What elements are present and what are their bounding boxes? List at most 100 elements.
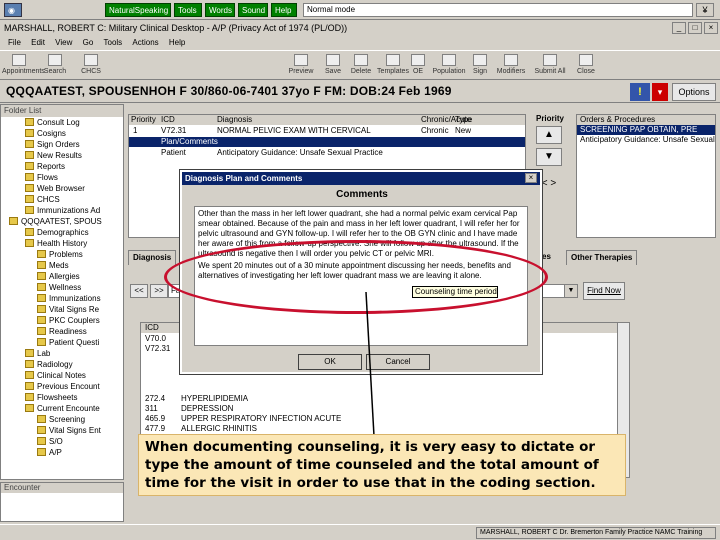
folder-item[interactable]: Flows (25, 172, 58, 183)
folder-item[interactable]: A/P (37, 447, 62, 458)
sign-button[interactable]: Sign (468, 52, 492, 80)
population-icon (442, 54, 456, 66)
cancel-button[interactable]: Cancel (366, 354, 430, 370)
folder-item[interactable]: Meds (37, 260, 69, 271)
folder-item[interactable]: Current Encounte (25, 403, 100, 414)
folder-item[interactable]: Patient Questi (37, 337, 99, 348)
folder-item[interactable]: Flowsheets (25, 392, 77, 403)
population-button[interactable]: Population (432, 52, 466, 80)
folder-icon (37, 327, 46, 335)
list-item[interactable]: Anticipatory Guidance: Unsafe Sexual (577, 135, 715, 145)
table-row[interactable]: 477.9 ALLERGIC RHINITIS (141, 424, 629, 434)
table-row[interactable]: Plan/Comments (129, 137, 525, 147)
window-title: MARSHALL, ROBERT C: Military Clinical De… (4, 23, 348, 33)
close-icon[interactable]: × (704, 22, 718, 34)
templates-button[interactable]: Templates (376, 52, 410, 80)
preview-button[interactable]: Preview (284, 52, 318, 80)
linkbar-button-sound[interactable]: Sound (238, 3, 268, 17)
folder-list: Folder List Consult Log Cosigns Sign Order… (0, 104, 124, 480)
menu-edit[interactable]: Edit (31, 38, 45, 47)
folder-item[interactable]: Sign Orders (25, 139, 80, 150)
table-row[interactable]: Patient Anticipatory Guidance: Unsafe Se… (129, 148, 525, 158)
folder-item[interactable]: Lab (25, 348, 50, 359)
folder-item[interactable]: Radiology (25, 359, 73, 370)
close-encounter-button[interactable]: Close (572, 52, 600, 80)
linkbar-button-tools[interactable]: Tools (174, 3, 202, 17)
folder-item[interactable]: CHCS (25, 194, 60, 205)
modifiers-icon (504, 54, 518, 66)
folder-item[interactable]: PKC Couplers (37, 315, 100, 326)
folder-icon (37, 283, 46, 291)
folder-item[interactable]: Vital Signs Re (37, 304, 99, 315)
folder-item[interactable]: Previous Encount (25, 381, 100, 392)
list-item[interactable]: SCREENING PAP OBTAIN, PRE (577, 125, 715, 135)
move-down-button[interactable]: ▼ (536, 148, 562, 166)
minimize-icon[interactable]: _ (672, 22, 686, 34)
chevron-down-icon[interactable]: ▼ (564, 284, 578, 298)
ok-button[interactable]: OK (298, 354, 362, 370)
patient-banner: QQQAATEST, SPOUSENHOH F 30/860-06-7401 3… (0, 81, 720, 103)
folder-item[interactable]: Demographics (25, 227, 89, 238)
folder-item[interactable]: Consult Log (25, 117, 80, 128)
appointments-button[interactable]: Appointments (2, 52, 45, 80)
table-row[interactable]: 1 V72.31 NORMAL PELVIC EXAM WITH CERVICA… (129, 126, 525, 136)
folder-item[interactable]: Readiness (37, 326, 87, 337)
folder-item[interactable]: Vital Signs Ent (37, 425, 101, 436)
next-button[interactable]: >> (150, 284, 168, 298)
dragon-icon[interactable]: ◉ (4, 3, 22, 17)
linkbar-button-naturalspeaking[interactable]: NaturalSpeaking (105, 3, 171, 17)
oe-button[interactable]: OE (406, 52, 430, 80)
folder-item[interactable]: Reports (25, 161, 65, 172)
folder-item[interactable]: Immunizations Ad (25, 205, 100, 216)
warning-icon[interactable]: ! (630, 83, 650, 101)
toolbar: Appointments Search CHCS Preview Save De… (0, 50, 720, 80)
delete-button[interactable]: Delete (344, 52, 378, 80)
move-up-button[interactable]: ▲ (536, 126, 562, 144)
table-row[interactable]: 311 DEPRESSION (141, 404, 629, 414)
options-button[interactable]: Options (672, 83, 716, 101)
folder-item[interactable]: QQQAATEST, SPOUS (9, 216, 102, 227)
folder-item[interactable]: Problems (37, 249, 83, 260)
submit-icon (543, 54, 557, 66)
linkbar-button-words[interactable]: Words (205, 3, 235, 17)
close-icon[interactable]: × (525, 173, 537, 183)
folder-icon (37, 426, 46, 434)
prev-button[interactable]: << (130, 284, 148, 298)
folder-item[interactable]: Web Browser (25, 183, 85, 194)
folder-icon (37, 305, 46, 313)
table-row[interactable]: 465.9 UPPER RESPIRATORY INFECTION ACUTE (141, 414, 629, 424)
flag-icon[interactable]: ▾ (652, 83, 668, 101)
linkbar-button-help[interactable]: Help (271, 3, 297, 17)
table-row[interactable] (141, 374, 629, 384)
patient-info: QQQAATEST, SPOUSENHOH F 30/860-06-7401 3… (6, 84, 452, 98)
modifiers-button[interactable]: Modifiers (494, 52, 528, 80)
chevron-down-icon[interactable]: ¥ (696, 3, 714, 17)
menu-go[interactable]: Go (83, 38, 94, 47)
menu-help[interactable]: Help (169, 38, 185, 47)
folder-item[interactable]: New Results (25, 150, 82, 161)
search-button[interactable]: Search (38, 52, 72, 80)
folder-item[interactable]: Screening (37, 414, 85, 425)
menu-tools[interactable]: Tools (104, 38, 123, 47)
find-now-button[interactable]: Find Now (583, 282, 625, 300)
folder-item[interactable]: Health History (25, 238, 87, 249)
col-priority: Priority (131, 115, 156, 124)
menu-file[interactable]: File (8, 38, 21, 47)
tab-other-therapies[interactable]: Other Therapies (566, 250, 638, 265)
menu-actions[interactable]: Actions (132, 38, 158, 47)
submit-all-button[interactable]: Submit All (530, 52, 570, 80)
tab-diagnosis[interactable]: Diagnosis (128, 250, 177, 265)
table-row[interactable]: 272.4HYPERLIPIDEMIA (141, 394, 629, 404)
maximize-icon[interactable]: □ (688, 22, 702, 34)
dictation-mode-field[interactable]: Normal mode (303, 3, 693, 17)
folder-item[interactable]: S/O (37, 436, 63, 447)
order-entry-icon (411, 54, 425, 66)
chcs-button[interactable]: CHCS (74, 52, 108, 80)
folder-item[interactable]: Wellness (37, 282, 81, 293)
folder-item[interactable]: Immunizations (37, 293, 101, 304)
folder-item[interactable]: Allergies (37, 271, 80, 282)
table-row[interactable] (141, 384, 629, 394)
folder-item[interactable]: Cosigns (25, 128, 66, 139)
folder-item[interactable]: Clinical Notes (25, 370, 86, 381)
menu-view[interactable]: View (55, 38, 72, 47)
